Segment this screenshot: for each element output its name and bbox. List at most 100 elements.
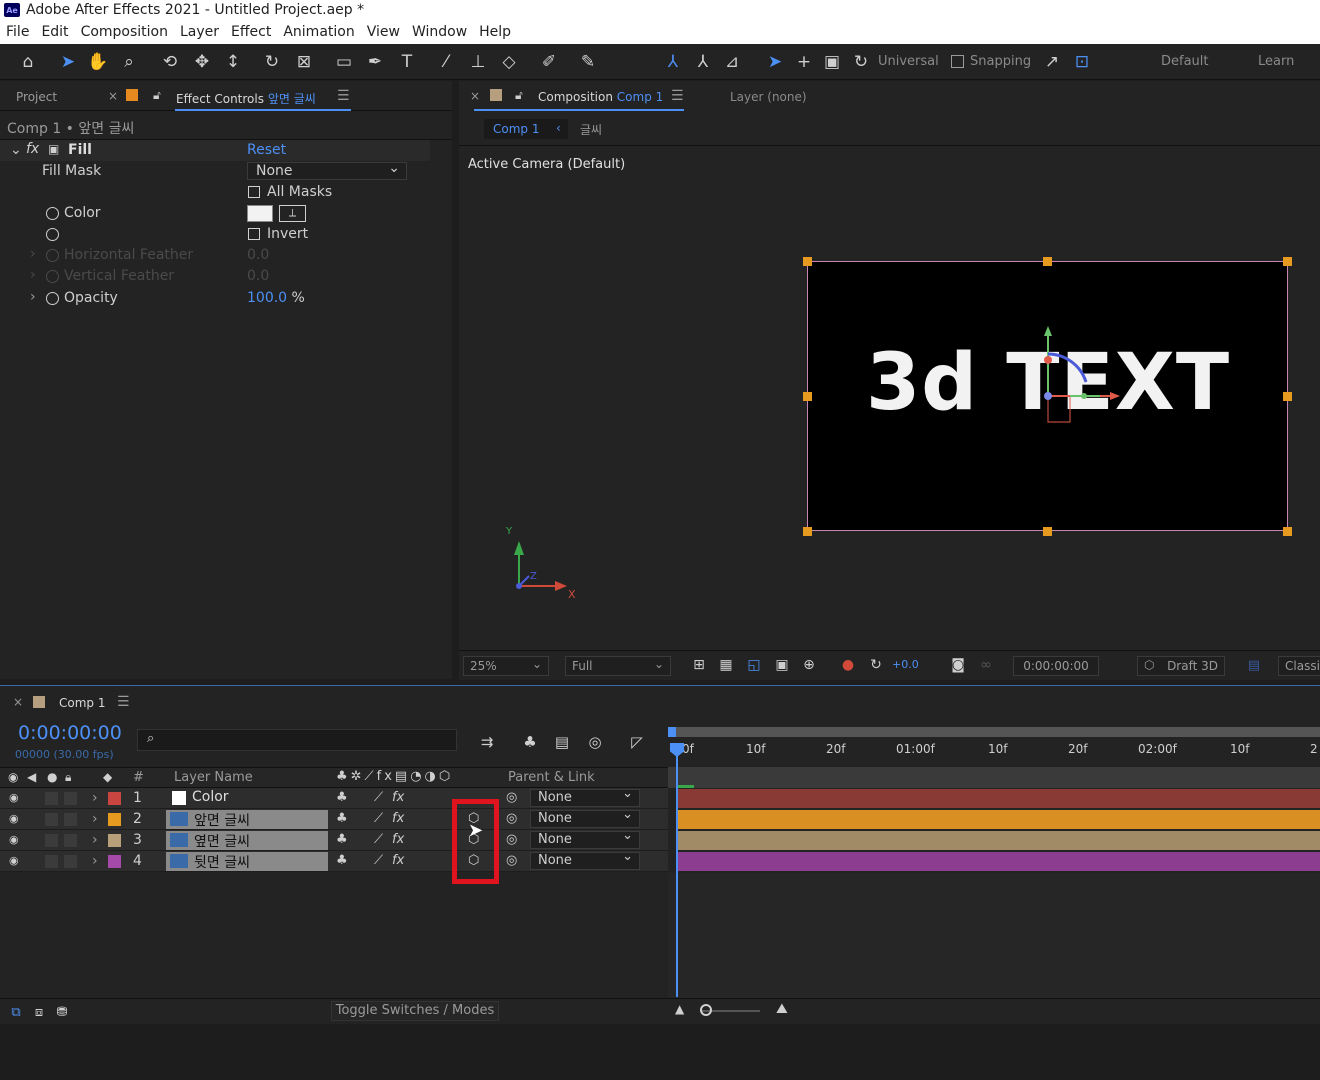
orbit-camera-icon[interactable]: ⟲ xyxy=(158,50,182,74)
tab-project[interactable]: Project xyxy=(16,90,57,104)
label-color[interactable] xyxy=(108,855,121,868)
composition-flowchart-icon[interactable]: ⇉ xyxy=(475,730,499,754)
quality-switch-icon[interactable]: ⟋ xyxy=(374,811,383,826)
snapshot-camera-icon[interactable]: ◙ xyxy=(946,653,970,677)
menu-composition[interactable]: Composition xyxy=(81,24,168,40)
close-icon[interactable]: × xyxy=(108,89,118,103)
draft-3d-toggle[interactable]: ⬡ Draft 3D xyxy=(1137,656,1225,676)
zoom-dropdown[interactable]: 25% ⌄ xyxy=(463,656,549,676)
3d-gizmo[interactable] xyxy=(808,262,1289,532)
label-color[interactable] xyxy=(108,792,121,805)
menu-layer[interactable]: Layer xyxy=(180,24,219,40)
menu-help[interactable]: Help xyxy=(479,24,511,40)
layer-track-bar[interactable] xyxy=(678,831,1320,850)
rectangle-tool-icon[interactable]: ▭ xyxy=(332,50,356,74)
layer-row[interactable]: ◉ › 4 뒷면 글씨 ♣ ⟋ fx ⬡ ◎ None xyxy=(0,849,668,872)
eye-icon[interactable]: ◉ xyxy=(9,854,19,867)
layer-name[interactable]: Color xyxy=(166,789,328,808)
type-tool-icon[interactable]: T xyxy=(395,50,419,74)
parent-dropdown[interactable]: None xyxy=(530,849,640,870)
solo-icon[interactable]: ● xyxy=(47,770,57,784)
layer-track-bar[interactable] xyxy=(678,789,1320,808)
color-swatch[interactable] xyxy=(247,205,273,222)
zoom-in-icon[interactable]: ⛰ xyxy=(776,1001,788,1017)
snapping-checkbox[interactable] xyxy=(951,55,964,68)
pen-tool-icon[interactable]: ✒ xyxy=(363,50,387,74)
label-tag-icon[interactable]: ◆ xyxy=(103,770,112,784)
local-axis-icon[interactable]: ⅄ xyxy=(661,50,685,74)
expand-chevron-icon[interactable]: ⌄ xyxy=(10,142,22,158)
shy-switch-icon[interactable]: ♣ xyxy=(336,811,348,826)
quality-switch-icon[interactable]: ⟋ xyxy=(374,832,383,847)
lock-icon[interactable]: 🔓︎ xyxy=(515,88,523,103)
column-parent-link[interactable]: Parent & Link xyxy=(508,770,595,785)
transparency-grid-icon[interactable]: ▦ xyxy=(714,653,738,677)
resolution-dropdown[interactable]: Full ⌄ xyxy=(565,656,671,676)
layer-row[interactable]: ◉ › 1 Color ♣ ⟋ fx ◎ None xyxy=(0,786,668,809)
menu-effect[interactable]: Effect xyxy=(231,24,271,40)
menu-view[interactable]: View xyxy=(367,24,400,40)
breadcrumb-comp[interactable]: Comp 1 xyxy=(493,122,539,136)
eye-icon[interactable]: ◉ xyxy=(9,833,19,846)
eye-icon[interactable]: ◉ xyxy=(9,791,19,804)
snap-target-icon[interactable]: ⊡ xyxy=(1070,50,1094,74)
snap-arrow-icon[interactable]: ↗ xyxy=(1040,50,1064,74)
workspace-default[interactable]: Default xyxy=(1161,54,1209,69)
renderer-dropdown[interactable]: Classi xyxy=(1278,656,1320,676)
expand-chevron-icon[interactable]: › xyxy=(30,267,36,283)
solo-toggle[interactable] xyxy=(45,813,58,826)
fx-switch-icon[interactable]: fx xyxy=(392,790,404,805)
close-icon[interactable]: × xyxy=(470,89,480,103)
3d-select-icon[interactable]: ➤ xyxy=(763,50,787,74)
transform-handle[interactable] xyxy=(1043,527,1052,536)
tab-composition[interactable]: Composition Comp 1 xyxy=(538,90,663,104)
expand-chevron-icon[interactable]: › xyxy=(92,811,98,827)
transform-handle[interactable] xyxy=(803,257,812,266)
panel-menu-icon[interactable]: ☰ xyxy=(117,694,130,710)
reset-link[interactable]: Reset xyxy=(247,142,286,158)
render-time-icon[interactable]: ⛃ xyxy=(50,1000,74,1024)
layer-name[interactable]: 앞면 글씨 xyxy=(166,810,328,829)
tab-layer[interactable]: Layer (none) xyxy=(730,90,807,104)
expand-chevron-icon[interactable]: › xyxy=(92,790,98,806)
region-of-interest-icon[interactable]: ▣ xyxy=(770,653,794,677)
solo-toggle[interactable] xyxy=(45,792,58,805)
transform-handle[interactable] xyxy=(1283,527,1292,536)
toggle-switches-modes-button[interactable]: Toggle Switches / Modes xyxy=(331,1001,499,1021)
shy-layers-icon[interactable]: ♣ xyxy=(518,730,542,754)
brush-tool-icon[interactable]: ⁄ xyxy=(434,50,458,74)
comp-canvas[interactable]: 3d TEXT xyxy=(807,261,1288,531)
pickwhip-icon[interactable]: ◎ xyxy=(506,811,517,826)
menu-file[interactable]: File xyxy=(6,24,29,40)
parent-dropdown[interactable]: None xyxy=(530,828,640,849)
shy-switch-icon[interactable]: ♣ xyxy=(336,832,348,847)
stopwatch-icon[interactable] xyxy=(46,228,59,241)
3d-scale-icon[interactable]: ▣ xyxy=(820,50,844,74)
layer-name[interactable]: 옆면 글씨 xyxy=(166,831,328,850)
fast-preview-icon[interactable]: ⊞ xyxy=(687,653,711,677)
menu-edit[interactable]: Edit xyxy=(41,24,68,40)
quality-switch-icon[interactable]: ⟋ xyxy=(374,790,383,805)
current-time[interactable]: 0:00:00:00 xyxy=(18,722,122,744)
transform-handle[interactable] xyxy=(803,527,812,536)
layer-row[interactable]: ◉ › 3 옆면 글씨 ♣ ⟋ fx ⬡ ◎ None xyxy=(0,828,668,851)
fill-mask-dropdown[interactable]: None ⌄ xyxy=(247,160,407,180)
all-masks-checkbox[interactable] xyxy=(248,186,260,198)
panel-menu-icon[interactable]: ☰ xyxy=(671,88,684,104)
lock-toggle[interactable] xyxy=(64,792,77,805)
lock-toggle[interactable] xyxy=(64,834,77,847)
tab-timeline-comp[interactable]: Comp 1 xyxy=(59,696,105,710)
frame-blending-icon[interactable]: ▤ xyxy=(550,730,574,754)
work-area-start[interactable] xyxy=(668,727,676,737)
video-toggle-icon[interactable]: ◉ xyxy=(8,770,18,784)
layer-track-bar[interactable] xyxy=(678,852,1320,871)
grid-guides-icon[interactable]: ⊕ xyxy=(797,653,821,677)
pan-camera-icon[interactable]: ✥ xyxy=(190,50,214,74)
menu-animation[interactable]: Animation xyxy=(283,24,354,40)
lock-icon[interactable]: 🔒︎ xyxy=(65,770,71,785)
expand-chevron-icon[interactable]: › xyxy=(92,853,98,869)
expand-chevron-icon[interactable]: › xyxy=(92,832,98,848)
solo-toggle[interactable] xyxy=(45,855,58,868)
invert-checkbox[interactable] xyxy=(248,228,260,240)
transform-handle[interactable] xyxy=(1283,257,1292,266)
